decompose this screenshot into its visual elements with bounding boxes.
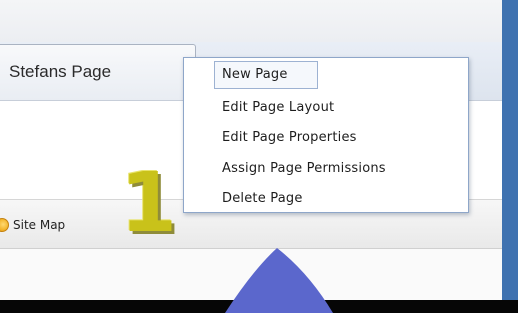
- page-tab-label: Stefans Page: [9, 62, 112, 81]
- screenshot-frame: Stefans Page Site Map New Page Edit Page…: [0, 0, 518, 313]
- menu-item-delete-page[interactable]: Delete Page: [222, 191, 303, 206]
- sitemap-label: Site Map: [13, 218, 66, 232]
- pointer-arrow-icon: [225, 248, 333, 313]
- sitemap-icon: [0, 218, 9, 232]
- menu-item-new-page[interactable]: New Page: [214, 61, 318, 89]
- sitemap-link[interactable]: Site Map: [0, 218, 65, 232]
- top-band: [0, 0, 502, 42]
- menu-item-edit-page-layout[interactable]: Edit Page Layout: [222, 100, 334, 115]
- page-tab[interactable]: Stefans Page: [0, 44, 196, 100]
- step-number-badge: 1: [120, 156, 178, 251]
- menu-item-assign-page-permissions[interactable]: Assign Page Permissions: [222, 161, 386, 176]
- page-context-menu: New Page Edit Page Layout Edit Page Prop…: [183, 57, 469, 213]
- menu-item-edit-page-properties[interactable]: Edit Page Properties: [222, 130, 357, 145]
